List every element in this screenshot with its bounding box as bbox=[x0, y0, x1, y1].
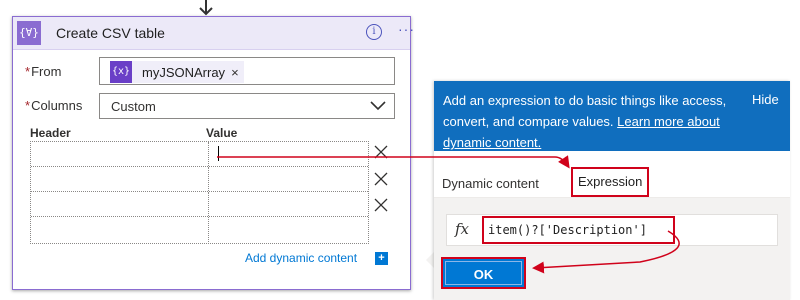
token-label: myJSONArray bbox=[142, 64, 226, 80]
table-row bbox=[31, 167, 368, 192]
variable-action-icon: {∀} bbox=[17, 21, 41, 45]
token-remove-icon[interactable]: × bbox=[231, 65, 239, 80]
banner-text: Add an expression to do basic things lik… bbox=[443, 90, 738, 153]
dynamic-content-token[interactable]: {x} myJSONArray × bbox=[110, 61, 244, 83]
from-label: *From bbox=[25, 64, 61, 79]
card-title[interactable]: Create CSV table bbox=[56, 25, 165, 41]
pane-tabs: Dynamic content Expression bbox=[434, 151, 790, 198]
required-mark: * bbox=[25, 98, 31, 113]
variable-token-icon: {x} bbox=[110, 61, 132, 83]
ok-button[interactable]: OK bbox=[441, 257, 526, 289]
column-divider bbox=[208, 192, 209, 216]
create-csv-table-card: {∀} Create CSV table i ··· *From {x} myJ… bbox=[12, 16, 414, 290]
column-divider bbox=[208, 217, 209, 242]
hide-button[interactable]: Hide bbox=[752, 92, 779, 107]
columns-select-value: Custom bbox=[111, 99, 156, 114]
value-column-title: Value bbox=[206, 126, 238, 140]
required-mark: * bbox=[25, 64, 31, 79]
table-row bbox=[31, 142, 368, 167]
delete-row-icon[interactable] bbox=[374, 198, 388, 212]
pane-banner: Add an expression to do basic things lik… bbox=[434, 81, 790, 151]
from-label-text: From bbox=[31, 64, 62, 79]
card-header[interactable]: {∀} Create CSV table i ··· bbox=[13, 17, 414, 50]
add-dynamic-content-icon[interactable]: + bbox=[375, 252, 388, 265]
delete-row-icon[interactable] bbox=[374, 172, 388, 186]
connector-arrow-icon bbox=[199, 0, 213, 16]
chevron-down-icon bbox=[370, 101, 386, 111]
more-options-icon[interactable]: ··· bbox=[398, 21, 415, 37]
columns-label-text: Columns bbox=[31, 98, 83, 113]
from-input[interactable]: {x} myJSONArray × bbox=[99, 57, 395, 85]
info-icon[interactable]: i bbox=[366, 24, 382, 40]
columns-label: *Columns bbox=[25, 98, 82, 113]
table-row bbox=[31, 217, 368, 242]
pane-pointer bbox=[426, 252, 434, 268]
header-column-title: Header bbox=[30, 126, 71, 140]
table-row bbox=[31, 192, 368, 217]
tab-expression[interactable]: Expression bbox=[571, 167, 650, 197]
text-cursor bbox=[218, 146, 219, 161]
tab-dynamic-content[interactable]: Dynamic content bbox=[442, 176, 539, 191]
column-divider bbox=[208, 167, 209, 191]
column-divider bbox=[208, 142, 209, 166]
csv-columns-grid bbox=[30, 141, 369, 244]
dynamic-content-pane: Add an expression to do basic things lik… bbox=[434, 81, 790, 300]
delete-row-icon[interactable] bbox=[374, 145, 388, 159]
add-dynamic-content-link[interactable]: Add dynamic content bbox=[245, 251, 357, 265]
expression-input[interactable] bbox=[482, 216, 675, 244]
ok-button-focus-ring bbox=[445, 261, 522, 285]
fx-icon: fx bbox=[455, 220, 470, 238]
expression-editor: fx bbox=[446, 214, 778, 246]
columns-select[interactable]: Custom bbox=[99, 93, 395, 119]
